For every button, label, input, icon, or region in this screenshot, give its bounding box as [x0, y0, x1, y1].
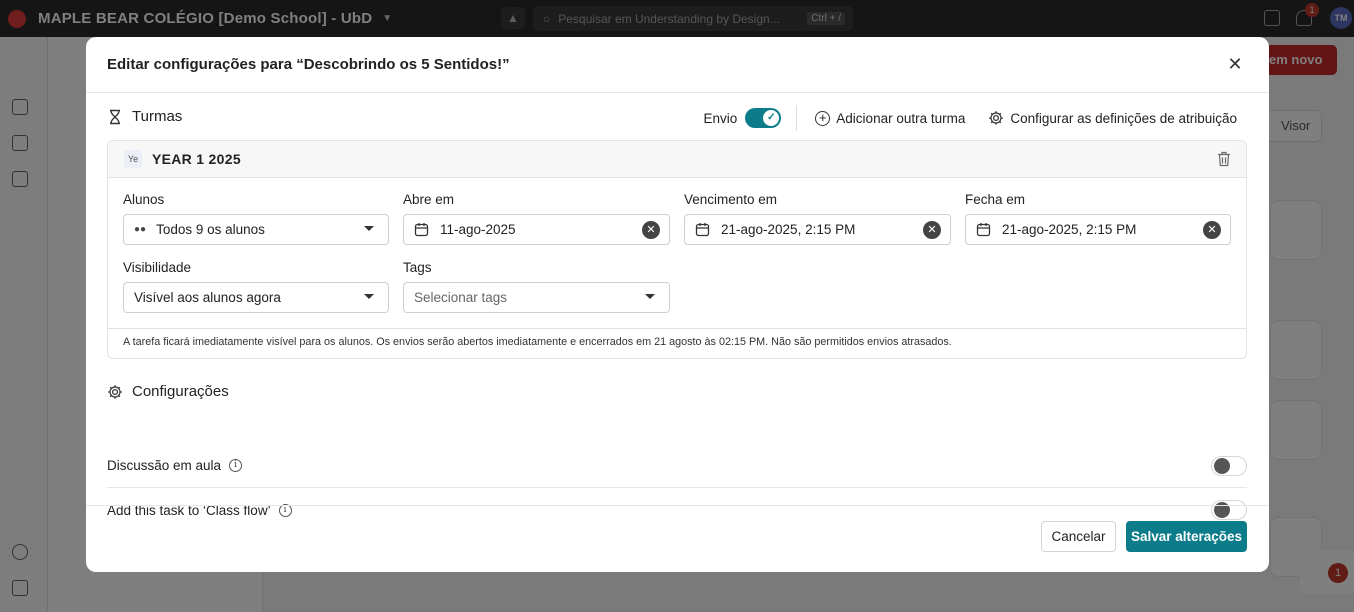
chevron-down-icon	[645, 294, 655, 299]
check-icon: ✓	[763, 110, 780, 126]
due-date-value: 21-ago-2025, 2:15 PM	[721, 222, 856, 237]
close-date-field[interactable]: 21-ago-2025, 2:15 PM ✕	[965, 214, 1231, 245]
due-date-field[interactable]: 21-ago-2025, 2:15 PM ✕	[684, 214, 951, 245]
assignment-settings-button[interactable]: Configurar as definições de atribuição	[988, 110, 1237, 126]
cancel-button[interactable]: Cancelar	[1041, 521, 1116, 552]
turmas-heading: Turmas	[107, 108, 182, 125]
class-name: YEAR 1 2025	[152, 151, 241, 167]
envio-label: Envio	[703, 110, 738, 126]
clear-icon[interactable]: ✕	[642, 221, 660, 239]
calendar-icon	[976, 223, 991, 237]
edit-settings-dialog: Editar configurações para “Descobrindo o…	[86, 37, 1269, 572]
envio-toggle[interactable]: ✓	[745, 108, 782, 128]
configuracoes-title: Configurações	[132, 383, 229, 400]
dialog-header: Editar configurações para “Descobrindo o…	[86, 37, 1269, 93]
info-icon[interactable]: i	[229, 459, 243, 472]
abre-label: Abre em	[403, 192, 455, 207]
plus-circle-icon: +	[815, 110, 831, 126]
visibility-value: Visível aos alunos agora	[134, 290, 281, 305]
turmas-actions: Envio ✓ + Adicionar outra turma Configur…	[704, 105, 1237, 131]
close-icon[interactable]: ✕	[1226, 55, 1244, 73]
open-date-field[interactable]: 11-ago-2025 ✕	[403, 214, 670, 245]
visibility-label: Visibilidade	[123, 260, 192, 275]
save-button[interactable]: Salvar alterações	[1126, 521, 1247, 552]
close-date-value: 21-ago-2025, 2:15 PM	[1002, 222, 1137, 237]
assignment-summary: A tarefa ficará imediatamente visível pa…	[108, 328, 1246, 358]
alunos-label: Alunos	[123, 192, 165, 207]
clear-icon[interactable]: ✕	[923, 221, 941, 239]
vencimento-label: Vencimento em	[684, 192, 778, 207]
gear-icon	[989, 111, 1004, 125]
gear-icon	[108, 384, 122, 399]
add-class-label: Adicionar outra turma	[836, 110, 966, 126]
calendar-icon	[414, 223, 429, 237]
class-card-header: Ye YEAR 1 2025	[108, 141, 1246, 178]
students-value: Todos 9 os alunos	[156, 222, 265, 237]
fecha-label: Fecha em	[965, 192, 1026, 207]
dialog-footer: Cancelar Salvar alterações	[86, 505, 1269, 572]
setting-row-discussion: Discussão em aula i	[107, 444, 1247, 488]
chevron-down-icon	[364, 226, 374, 231]
toggle-knob	[1214, 457, 1230, 474]
discussion-toggle[interactable]	[1211, 455, 1247, 476]
visibility-select[interactable]: Visível aos alunos agora	[123, 282, 389, 313]
assignment-settings-label: Configurar as definições de atribuição	[1010, 110, 1237, 126]
tags-label: Tags	[403, 260, 432, 275]
hourglass-icon	[110, 109, 120, 124]
calendar-icon	[695, 223, 710, 237]
chevron-down-icon	[364, 294, 374, 299]
add-class-button[interactable]: + Adicionar outra turma	[815, 110, 966, 126]
people-icon: ●●	[134, 224, 147, 235]
tags-placeholder: Selecionar tags	[414, 290, 508, 305]
trash-icon[interactable]	[1217, 151, 1231, 167]
clear-icon[interactable]: ✕	[1203, 221, 1221, 239]
configuracoes-heading: Configurações	[107, 383, 229, 400]
students-select[interactable]: ●● Todos 9 os alunos	[123, 214, 389, 245]
setting-label: Discussão em aula	[107, 458, 222, 473]
class-chip: Ye	[124, 150, 142, 168]
dialog-body: Turmas Envio ✓ + Adicionar outra turma C…	[86, 94, 1269, 520]
dialog-title: Editar configurações para “Descobrindo o…	[107, 56, 510, 73]
divider	[796, 105, 798, 131]
open-date-value: 11-ago-2025	[440, 222, 516, 237]
class-card: Ye YEAR 1 2025 Alunos Abre em Vencimento…	[107, 140, 1247, 359]
tags-select[interactable]: Selecionar tags	[403, 282, 670, 313]
turmas-title: Turmas	[132, 108, 183, 125]
